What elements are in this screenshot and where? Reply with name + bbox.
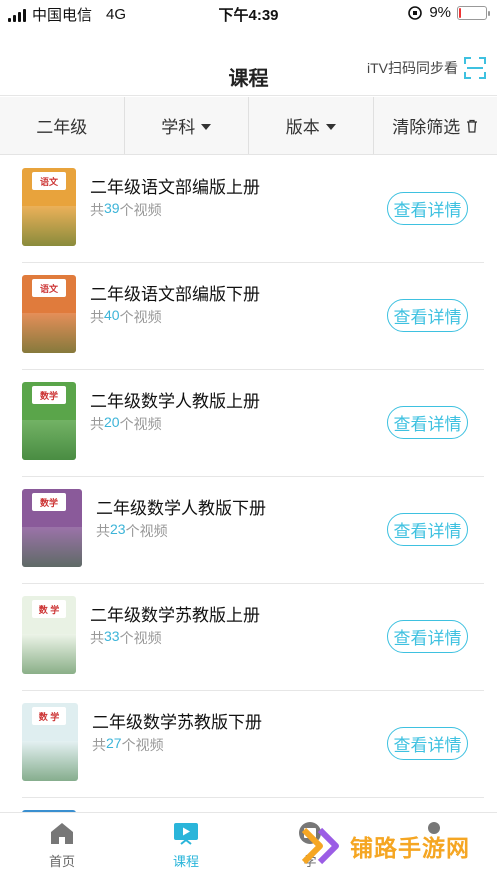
trash-icon <box>467 119 478 133</box>
tab-course-label: 课程 <box>172 854 199 869</box>
count-prefix: 共 <box>92 737 106 753</box>
video-count: 共 33 个视频 <box>90 628 162 648</box>
count-number: 27 <box>106 735 122 751</box>
status-bar: 中国电信 4G 下午4:39 9% <box>0 0 497 28</box>
course-name: 二年级数学苏教版上册 <box>90 606 260 625</box>
filter-subject[interactable]: 学科 <box>125 97 249 154</box>
count-suffix: 个视频 <box>119 630 162 646</box>
count-number: 33 <box>104 628 120 644</box>
course-cover: 数学 <box>22 489 82 567</box>
cover-illustration <box>22 420 76 460</box>
count-suffix: 个视频 <box>119 309 162 325</box>
count-prefix: 共 <box>96 523 110 539</box>
watermark-logo-icon <box>301 827 339 865</box>
count-prefix: 共 <box>90 630 104 646</box>
filter-edition[interactable]: 版本 <box>249 97 374 154</box>
battery-icon <box>457 5 490 20</box>
count-number: 20 <box>104 414 120 430</box>
course-list: 语文 二年级语文部编版上册 共 39 个视频 查看详情 语文 二年级语文部编版下册 … <box>0 156 497 840</box>
tab-home-label: 首页 <box>48 854 75 869</box>
chevron-down-icon <box>201 123 212 130</box>
cover-illustration <box>22 741 78 781</box>
course-cover: 数 学 <box>22 703 78 781</box>
view-details-button[interactable]: 查看详情 <box>387 192 468 225</box>
cover-label: 数学 <box>32 493 66 511</box>
home-icon <box>51 823 73 844</box>
cover-label: 数学 <box>32 386 66 404</box>
view-details-button[interactable]: 查看详情 <box>387 513 468 546</box>
course-cover: 数学 <box>22 382 76 460</box>
view-details-button[interactable]: 查看详情 <box>387 620 468 653</box>
watermark-text: 铺路手游网 <box>350 835 470 861</box>
course-cover: 数 学 <box>22 596 76 674</box>
filter-grade[interactable]: 二年级 <box>0 97 125 154</box>
video-count: 共 20 个视频 <box>90 414 162 434</box>
count-prefix: 共 <box>90 309 104 325</box>
status-right: 9% <box>407 4 490 21</box>
course-item[interactable]: 数学 二年级数学人教版下册 共 23 个视频 查看详情 <box>22 477 484 584</box>
cover-illustration <box>22 206 76 246</box>
course-item[interactable]: 语文 二年级语文部编版上册 共 39 个视频 查看详情 <box>22 156 484 263</box>
course-name: 二年级语文部编版下册 <box>90 285 260 304</box>
course-item[interactable]: 数 学 二年级数学苏教版上册 共 33 个视频 查看详情 <box>22 584 484 691</box>
video-count: 共 40 个视频 <box>90 307 162 327</box>
tab-home[interactable]: 首页 <box>32 821 92 870</box>
course-name: 二年级数学苏教版下册 <box>92 713 262 732</box>
cover-label: 语文 <box>32 172 66 190</box>
chevron-down-icon <box>325 123 336 130</box>
tab-course[interactable]: 课程 <box>156 821 216 870</box>
count-prefix: 共 <box>90 202 104 218</box>
course-item[interactable]: 数学 二年级数学人教版上册 共 20 个视频 查看详情 <box>22 370 484 477</box>
view-details-button[interactable]: 查看详情 <box>387 299 468 332</box>
video-course-icon <box>174 823 198 845</box>
cover-label: 数 学 <box>32 600 66 618</box>
clear-filter-label: 清除筛选 <box>392 118 461 137</box>
watermark: 铺路手游网 <box>300 826 470 866</box>
clear-filter-button[interactable]: 清除筛选 <box>374 97 497 154</box>
battery-percent: 9% <box>429 4 451 21</box>
view-details-button[interactable]: 查看详情 <box>387 727 468 760</box>
course-item[interactable]: 数 学 二年级数学苏教版下册 共 27 个视频 查看详情 <box>22 691 484 798</box>
course-cover: 语文 <box>22 275 76 353</box>
course-name: 二年级数学人教版上册 <box>90 392 260 411</box>
video-count: 共 39 个视频 <box>90 200 162 220</box>
count-suffix: 个视频 <box>119 416 162 432</box>
cover-label: 语文 <box>32 279 66 297</box>
header: 课程 iTV扫码同步看 <box>0 28 497 96</box>
count-suffix: 个视频 <box>121 737 164 753</box>
count-number: 39 <box>104 200 120 216</box>
filter-edition-label: 版本 <box>285 118 320 137</box>
cover-illustration <box>22 313 76 353</box>
video-count: 共 27 个视频 <box>92 735 164 755</box>
count-number: 23 <box>110 521 126 537</box>
video-count: 共 23 个视频 <box>96 521 168 541</box>
course-name: 二年级语文部编版上册 <box>90 178 260 197</box>
course-item[interactable]: 语文 二年级语文部编版下册 共 40 个视频 查看详情 <box>22 263 484 370</box>
course-cover: 语文 <box>22 168 76 246</box>
scan-icon <box>464 57 486 79</box>
itv-scan-button[interactable]: iTV扫码同步看 <box>367 56 487 80</box>
count-number: 40 <box>104 307 120 323</box>
rotation-lock-icon <box>408 5 423 20</box>
count-prefix: 共 <box>90 416 104 432</box>
filter-grade-label: 二年级 <box>36 118 88 137</box>
filter-bar: 二年级 学科 版本 清除筛选 <box>0 97 497 155</box>
itv-scan-label: iTV扫码同步看 <box>367 60 458 76</box>
cover-illustration <box>22 634 76 674</box>
cover-label: 数 学 <box>32 707 66 725</box>
count-suffix: 个视频 <box>125 523 168 539</box>
cover-illustration <box>22 527 82 567</box>
count-suffix: 个视频 <box>119 202 162 218</box>
view-details-button[interactable]: 查看详情 <box>387 406 468 439</box>
course-name: 二年级数学人教版下册 <box>96 499 266 518</box>
filter-subject-label: 学科 <box>161 118 196 137</box>
